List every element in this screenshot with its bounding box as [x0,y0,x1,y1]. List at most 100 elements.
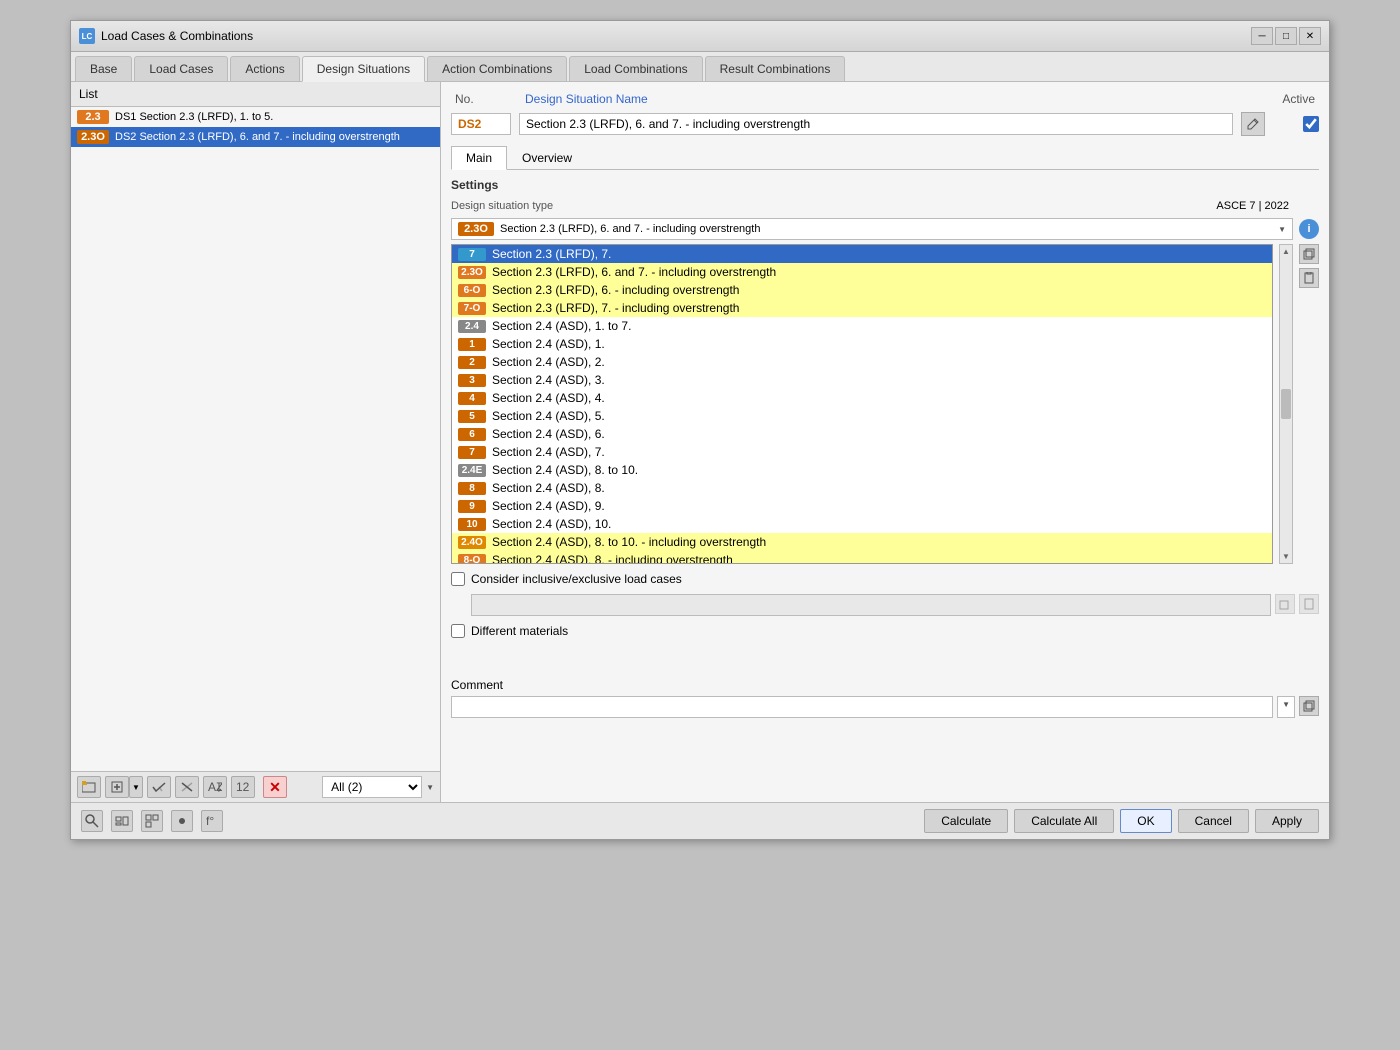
dropdown-item-8[interactable]: 8 Section 2.4 (ASD), 8. [452,479,1272,497]
comment-dropdown[interactable]: ▼ [1277,696,1295,718]
app-icon: LC [79,28,95,44]
search-button[interactable] [81,810,103,832]
dropdown-item-7[interactable]: 7 Section 2.3 (LRFD), 7. [452,245,1272,263]
comment-input-row: ▼ [451,696,1319,718]
left-panel: List 2.3 DS1 Section 2.3 (LRFD), 1. to 5… [71,82,441,802]
info-button[interactable]: i [1299,219,1319,239]
check-all-button[interactable] [147,776,171,798]
name-column-label: Design Situation Name [525,92,1225,106]
dropdown-item-1[interactable]: 1 Section 2.4 (ASD), 1. [452,335,1272,353]
dropdown-item-24[interactable]: 2.4 Section 2.4 (ASD), 1. to 7. [452,317,1272,335]
ds-badge-1: 2.3 [77,110,109,124]
footer-right-buttons: Calculate Calculate All OK Cancel Apply [924,809,1319,833]
tab-design-situations[interactable]: Design Situations [302,56,425,82]
list-item[interactable]: 2.3 DS1 Section 2.3 (LRFD), 1. to 5. [71,107,440,127]
scrollbar[interactable]: ▲ ▼ [1279,244,1293,564]
new-item-button[interactable] [105,776,129,798]
svg-text:12: 12 [236,781,250,793]
dropdown-item-6[interactable]: 6 Section 2.4 (ASD), 6. [452,425,1272,443]
different-materials-label: Different materials [471,624,568,638]
tab-action-combinations[interactable]: Action Combinations [427,56,567,81]
no-column-label: No. [455,92,515,106]
detail-row [451,112,1319,136]
close-button[interactable]: ✕ [1299,27,1321,45]
calculate-button[interactable]: Calculate [924,809,1008,833]
dropdown-item-5[interactable]: 5 Section 2.4 (ASD), 5. [452,407,1272,425]
layout-button[interactable] [141,810,163,832]
dropdown-item-24e[interactable]: 2.4E Section 2.4 (ASD), 8. to 10. [452,461,1272,479]
dropdown-item-6o[interactable]: 6-O Section 2.3 (LRFD), 6. - including o… [452,281,1272,299]
ds-name-field[interactable] [519,113,1233,135]
type-dropdown-list: 7 Section 2.3 (LRFD), 7. 2.3O Section 2.… [451,244,1273,564]
ds-no-field[interactable] [451,113,511,135]
subtab-overview[interactable]: Overview [507,146,587,169]
comment-label: Comment [451,678,1319,692]
paste-button[interactable] [1299,268,1319,288]
footer: f° Calculate Calculate All OK Cancel App… [71,802,1329,839]
consider-copy-button [1275,594,1295,614]
ds-name-1: DS1 Section 2.3 (LRFD), 1. to 5. [115,111,273,123]
sort-num-button[interactable]: 12 [231,776,255,798]
dropdown-arrow-button[interactable]: ▼ [129,776,143,798]
all-select-dropdown[interactable]: All (2) [322,776,422,798]
main-window: LC Load Cases & Combinations ─ □ ✕ Base … [70,20,1330,840]
tab-bar: Base Load Cases Actions Design Situation… [71,52,1329,82]
new-folder-button[interactable] [77,776,101,798]
cancel-button[interactable]: Cancel [1178,809,1249,833]
consider-inclusive-checkbox[interactable] [451,572,465,586]
tab-base[interactable]: Base [75,56,132,81]
copy-to-button[interactable] [1299,244,1319,264]
window-title: Load Cases & Combinations [101,29,253,43]
uncheck-all-button[interactable] [175,776,199,798]
type-dropdown-selected[interactable]: 2.3O Section 2.3 (LRFD), 6. and 7. - inc… [451,218,1293,240]
dropdown-item-3[interactable]: 3 Section 2.4 (ASD), 3. [452,371,1272,389]
calculate-all-button[interactable]: Calculate All [1014,809,1114,833]
dropdown-item-2[interactable]: 2 Section 2.4 (ASD), 2. [452,353,1272,371]
list-items: 2.3 DS1 Section 2.3 (LRFD), 1. to 5. 2.3… [71,107,440,771]
dropdown-item-7asd[interactable]: 7 Section 2.4 (ASD), 7. [452,443,1272,461]
delete-button[interactable]: ✕ [263,776,287,798]
sort-az-button[interactable]: AZ [203,776,227,798]
design-situation-type-label: Design situation type [451,200,553,212]
subtab-bar: Main Overview [451,146,1319,170]
view-button[interactable] [111,810,133,832]
left-toolbar: ▼ AZ 12 ✕ All (2) [71,771,440,802]
dropdown-item-4[interactable]: 4 Section 2.4 (ASD), 4. [452,389,1272,407]
svg-text:f°: f° [206,814,214,828]
dropdown-item-7o[interactable]: 7-O Section 2.3 (LRFD), 7. - including o… [452,299,1272,317]
dropdown-item-10[interactable]: 10 Section 2.4 (ASD), 10. [452,515,1272,533]
apply-button[interactable]: Apply [1255,809,1319,833]
edit-name-button[interactable] [1241,112,1265,136]
dropdown-item-240[interactable]: 2.4O Section 2.4 (ASD), 8. to 10. - incl… [452,533,1272,551]
consider-inclusive-label: Consider inclusive/exclusive load cases [471,572,682,586]
window-controls: ─ □ ✕ [1251,27,1321,45]
maximize-button[interactable]: □ [1275,27,1297,45]
dropdown-item-23o[interactable]: 2.3O Section 2.3 (LRFD), 6. and 7. - inc… [452,263,1272,281]
consider-paste-button [1299,594,1319,614]
ds-name-2: DS2 Section 2.3 (LRFD), 6. and 7. - incl… [115,131,400,143]
formula-button[interactable]: f° [201,810,223,832]
different-materials-checkbox[interactable] [451,624,465,638]
header-labels: No. Design Situation Name Active [451,92,1319,106]
dropdown-item-9[interactable]: 9 Section 2.4 (ASD), 9. [452,497,1272,515]
ok-button[interactable]: OK [1120,809,1171,833]
comment-input[interactable] [451,696,1273,718]
active-checkbox[interactable] [1303,116,1319,132]
right-panel: No. Design Situation Name Active Main Ov… [441,82,1329,802]
tab-load-combinations[interactable]: Load Combinations [569,56,702,81]
list-item-selected[interactable]: 2.3O DS2 Section 2.3 (LRFD), 6. and 7. -… [71,127,440,147]
dot-button[interactable] [171,810,193,832]
dropdown-action-buttons [1299,244,1319,564]
tab-load-cases[interactable]: Load Cases [134,56,228,81]
settings-label: Settings [451,178,1319,192]
tab-actions[interactable]: Actions [230,56,299,81]
list-header: List [71,82,440,107]
main-content: List 2.3 DS1 Section 2.3 (LRFD), 1. to 5… [71,82,1329,802]
comment-copy-button[interactable] [1299,696,1319,716]
minimize-button[interactable]: ─ [1251,27,1273,45]
consider-inclusive-input [471,594,1271,616]
subtab-main[interactable]: Main [451,146,507,170]
active-column-label: Active [1235,92,1315,106]
tab-result-combinations[interactable]: Result Combinations [705,56,846,81]
dropdown-item-8o[interactable]: 8-O Section 2.4 (ASD), 8. - including ov… [452,551,1272,564]
